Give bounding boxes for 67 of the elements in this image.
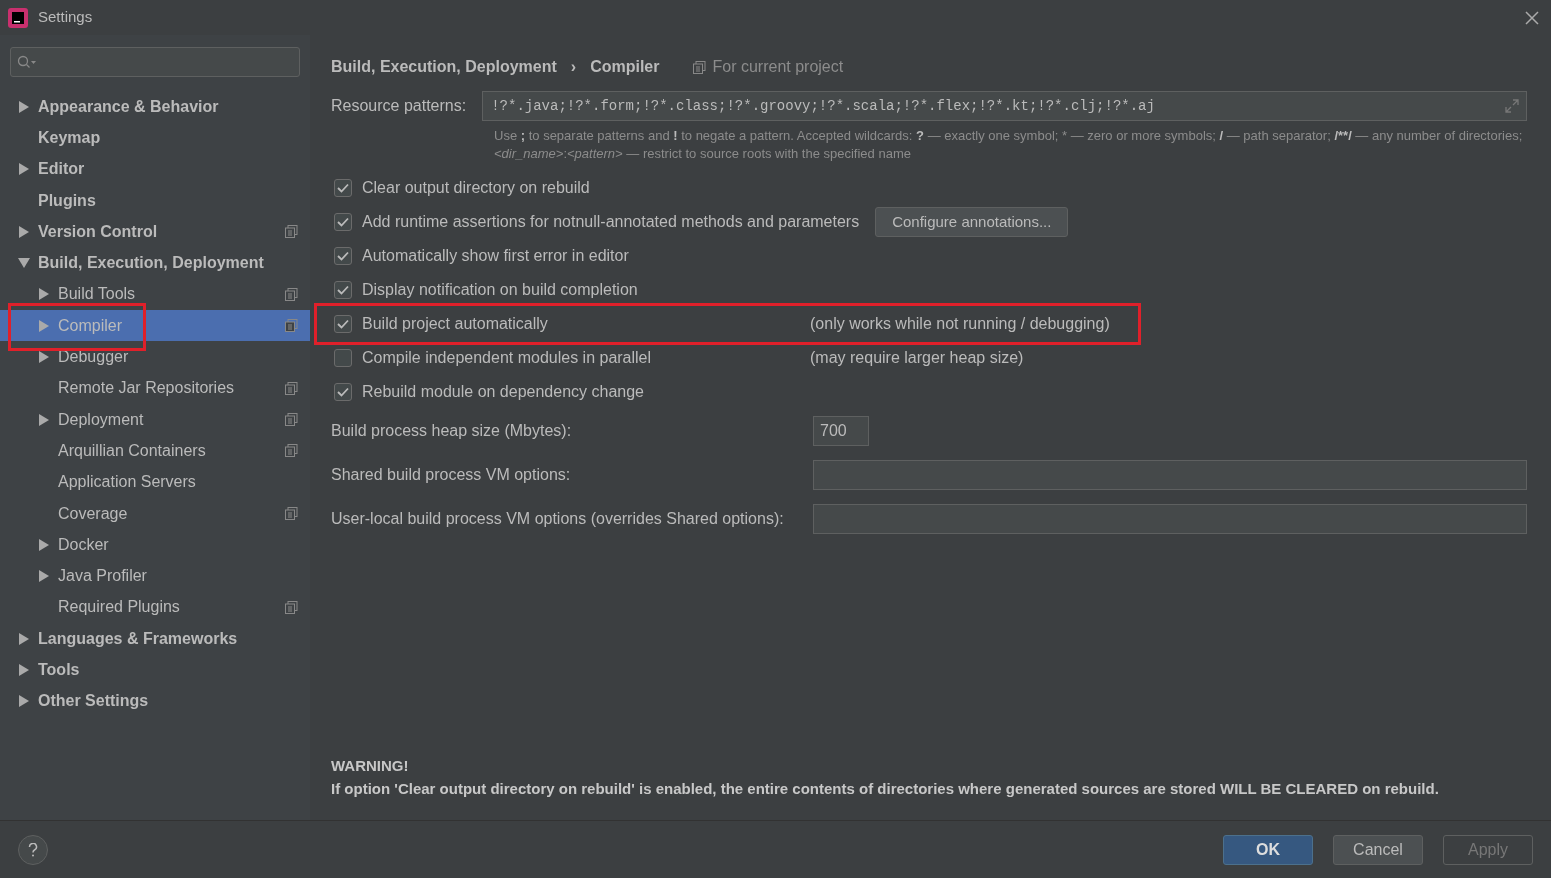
check-icon <box>337 387 349 397</box>
search-icon <box>17 55 37 69</box>
warning-text: If option 'Clear output directory on rebuild' is enabled, the entire contents of directories where generated sources are stored WILL BE CLEARED on rebuild. <box>331 778 1440 799</box>
search-field[interactable] <box>10 47 300 77</box>
checkbox-label[interactable]: Clear output directory on rebuild <box>362 176 590 200</box>
tree-item[interactable]: Remote Jar Repositories <box>0 372 310 404</box>
warning-title: WARNING! <box>331 756 410 776</box>
checkbox[interactable] <box>334 315 352 333</box>
tree-item[interactable]: Plugins <box>0 184 310 217</box>
window-title: Settings <box>38 7 93 28</box>
tree-item[interactable]: Build Tools <box>0 278 310 311</box>
tree-item[interactable]: Deployment <box>0 403 310 436</box>
tree-item[interactable]: Build, Execution, Deployment <box>0 247 310 279</box>
checkbox[interactable] <box>334 213 352 231</box>
ok-button[interactable]: OK <box>1223 834 1313 865</box>
check-icon <box>337 319 349 329</box>
breadcrumb-separator: › <box>570 57 577 77</box>
checkbox[interactable] <box>334 281 352 299</box>
checkbox[interactable] <box>334 383 352 401</box>
input-field[interactable]: 700 <box>813 416 869 446</box>
input-field[interactable] <box>813 460 1527 490</box>
scope-label: For current project <box>712 57 844 77</box>
checkbox[interactable] <box>334 247 352 265</box>
option-note: (only works while not running / debugging) <box>810 314 1110 334</box>
field-label: Resource patterns: <box>331 96 467 116</box>
tree-item[interactable]: Debugger <box>0 341 310 373</box>
tree-item[interactable]: Required Plugins <box>0 591 310 624</box>
tree-item[interactable]: Keymap <box>0 122 310 154</box>
breadcrumb-item[interactable]: Build, Execution, Deployment <box>331 55 557 79</box>
field-label: Shared build process VM options: <box>331 465 572 485</box>
tree-item[interactable]: Appearance & Behavior <box>0 91 310 123</box>
check-icon <box>337 217 349 227</box>
tree-item[interactable]: Java Profiler <box>0 560 310 592</box>
check-icon <box>337 285 349 295</box>
checkbox[interactable] <box>334 349 352 367</box>
configure-button[interactable]: Configure annotations... <box>875 206 1069 238</box>
project-scope-icon <box>693 60 707 74</box>
field-label: User-local build process VM options (overrides Shared options): <box>331 509 785 529</box>
tree-item[interactable]: Tools <box>0 654 310 686</box>
tree-item[interactable]: Editor <box>0 153 310 185</box>
checkbox-label[interactable]: Build project automatically <box>362 312 548 336</box>
option-note: (may require larger heap size) <box>810 348 1024 368</box>
checkbox-label[interactable]: Rebuild module on dependency change <box>362 380 644 404</box>
app-logo-icon <box>8 7 28 28</box>
checkbox-label[interactable]: Automatically show first error in editor <box>362 244 629 268</box>
dialog-button[interactable]: Cancel <box>1333 834 1423 865</box>
help-button[interactable] <box>18 834 48 865</box>
question-icon <box>28 842 38 857</box>
field-label: Build process heap size (Mbytes): <box>331 421 573 441</box>
check-icon <box>337 183 349 193</box>
tree-item[interactable]: Languages & Frameworks <box>0 623 310 655</box>
help-text: Use ; to separate patterns and ! to negate a pattern. Accepted wildcards: ? — exactly one symbol; * — zero or more symbols; / — path separator; /**/ — any number of directories; <dir_name>:<pattern> — restrict to source roots with the specified name <box>494 127 1524 163</box>
breadcrumb-item[interactable]: Compiler <box>590 55 660 79</box>
checkbox-label[interactable]: Display notification on build completion <box>362 278 638 302</box>
tree-item[interactable]: Docker <box>0 529 310 561</box>
tree-item[interactable]: Application Servers <box>0 466 310 498</box>
checkbox-label[interactable]: Add runtime assertions for notnull-annotated methods and parameters <box>362 210 860 234</box>
tree-item[interactable]: Other Settings <box>0 685 310 717</box>
tree-item[interactable]: Arquillian Containers <box>0 435 310 467</box>
tree-item[interactable]: Version Control <box>0 216 310 248</box>
tree-item[interactable]: Coverage <box>0 497 310 530</box>
input-field[interactable] <box>813 504 1527 534</box>
check-icon <box>337 251 349 261</box>
close-icon <box>1525 11 1539 26</box>
checkbox-label[interactable]: Compile independent modules in parallel <box>362 346 652 370</box>
resource-patterns-field[interactable]: !?*.java;!?*.form;!?*.class;!?*.groovy;!?*.scala;!?*.flex;!?*.kt;!?*.clj;!?*.aj <box>482 91 1527 121</box>
checkbox[interactable] <box>334 179 352 197</box>
